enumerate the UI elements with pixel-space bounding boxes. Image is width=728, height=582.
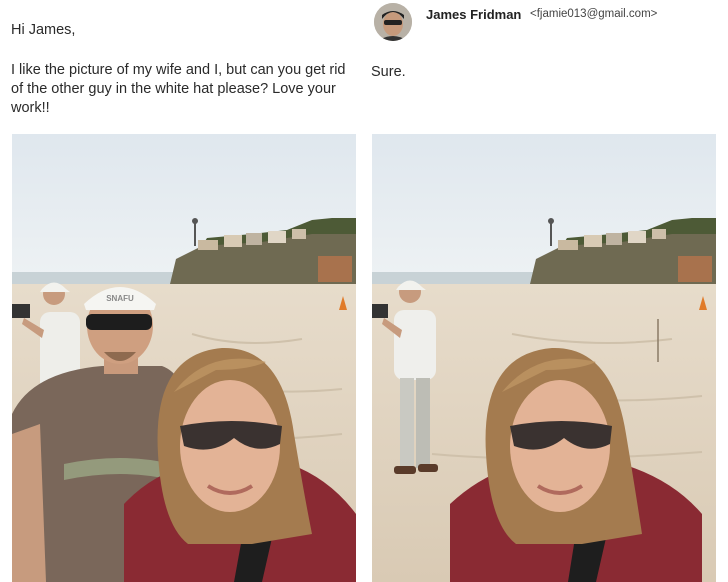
request-panel: Hi James, I like the picture of my wife … <box>0 0 364 582</box>
sender-avatar[interactable] <box>374 3 412 41</box>
original-photo: SNAFU <box>12 134 356 582</box>
sender-email[interactable]: <fjamie013@gmail.com> <box>530 8 657 20</box>
request-message: I like the picture of my wife and I, but… <box>11 62 346 116</box>
cap-text: SNAFU <box>106 294 134 303</box>
reply-panel: James Fridman <fjamie013@gmail.com> Sure… <box>364 0 728 582</box>
request-greeting: Hi James, <box>11 22 76 38</box>
reply-body: Sure. <box>371 64 406 80</box>
edited-photo <box>372 134 716 582</box>
sender-name: James Fridman <box>426 7 522 22</box>
